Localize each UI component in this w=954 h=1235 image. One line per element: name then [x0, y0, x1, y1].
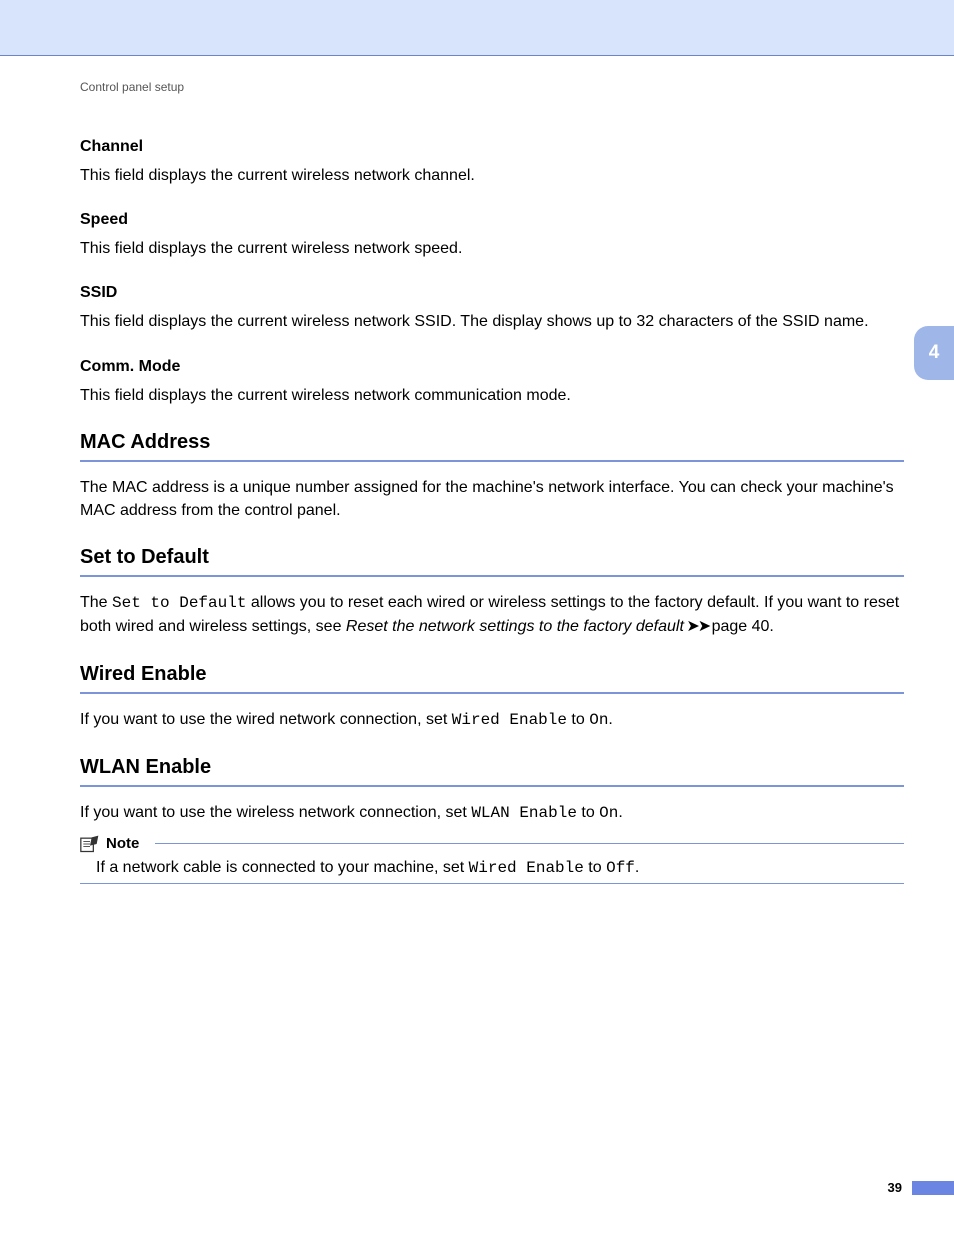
heading-speed: Speed	[80, 211, 904, 229]
heading-set-to-default: Set to Default	[80, 546, 904, 569]
text-fragment: The	[80, 594, 112, 611]
text-channel: This field displays the current wireless…	[80, 164, 904, 187]
page-number-bar	[912, 1181, 954, 1195]
breadcrumb: Control panel setup	[80, 80, 904, 94]
chapter-number: 4	[929, 342, 940, 364]
top-banner	[0, 0, 954, 56]
text-fragment: .	[618, 804, 622, 821]
text-fragment: If you want to use the wireless network …	[80, 804, 471, 821]
text-wlan-enable: If you want to use the wireless network …	[80, 801, 904, 825]
page-number: 39	[888, 1180, 912, 1195]
note-block: Note If a network cable is connected to …	[80, 835, 904, 884]
text-speed: This field displays the current wireless…	[80, 237, 904, 260]
mono-text: Set to Default	[112, 594, 246, 612]
mono-text: Wired Enable	[452, 711, 567, 729]
note-header: Note	[80, 835, 904, 853]
rule	[80, 692, 904, 694]
heading-wired-enable: Wired Enable	[80, 663, 904, 686]
note-body: If a network cable is connected to your …	[80, 853, 904, 884]
text-wired-enable: If you want to use the wired network con…	[80, 708, 904, 732]
page-content: Control panel setup Channel This field d…	[80, 80, 904, 884]
text-fragment: to	[584, 859, 606, 876]
mono-text: WLAN Enable	[471, 804, 577, 822]
text-fragment: to	[567, 711, 589, 728]
text-fragment: .	[608, 711, 612, 728]
heading-mac-address: MAC Address	[80, 431, 904, 454]
mono-text: On	[599, 804, 618, 822]
heading-channel: Channel	[80, 138, 904, 156]
rule	[80, 460, 904, 462]
text-fragment: .	[635, 859, 639, 876]
text-comm-mode: This field displays the current wireless…	[80, 384, 904, 407]
rule	[80, 785, 904, 787]
text-mac-address: The MAC address is a unique number assig…	[80, 476, 904, 522]
note-label: Note	[106, 835, 139, 852]
text-set-to-default: The Set to Default allows you to reset e…	[80, 591, 904, 638]
chapter-tab: 4	[914, 326, 954, 380]
mono-text: Off	[606, 859, 635, 877]
text-fragment: page 40.	[712, 618, 774, 635]
mono-text: On	[589, 711, 608, 729]
heading-ssid: SSID	[80, 284, 904, 302]
cross-reference[interactable]: Reset the network settings to the factor…	[346, 618, 684, 635]
heading-comm-mode: Comm. Mode	[80, 358, 904, 376]
mono-text: Wired Enable	[469, 859, 584, 877]
text-ssid: This field displays the current wireless…	[80, 310, 904, 333]
rule	[80, 575, 904, 577]
arrow-icon: ➤➤	[684, 618, 712, 635]
text-fragment: If you want to use the wired network con…	[80, 711, 452, 728]
note-rule	[155, 843, 904, 844]
page-number-tab: 39	[888, 1180, 954, 1195]
text-fragment: to	[577, 804, 599, 821]
note-icon	[80, 835, 100, 853]
heading-wlan-enable: WLAN Enable	[80, 756, 904, 779]
text-fragment: If a network cable is connected to your …	[96, 859, 469, 876]
